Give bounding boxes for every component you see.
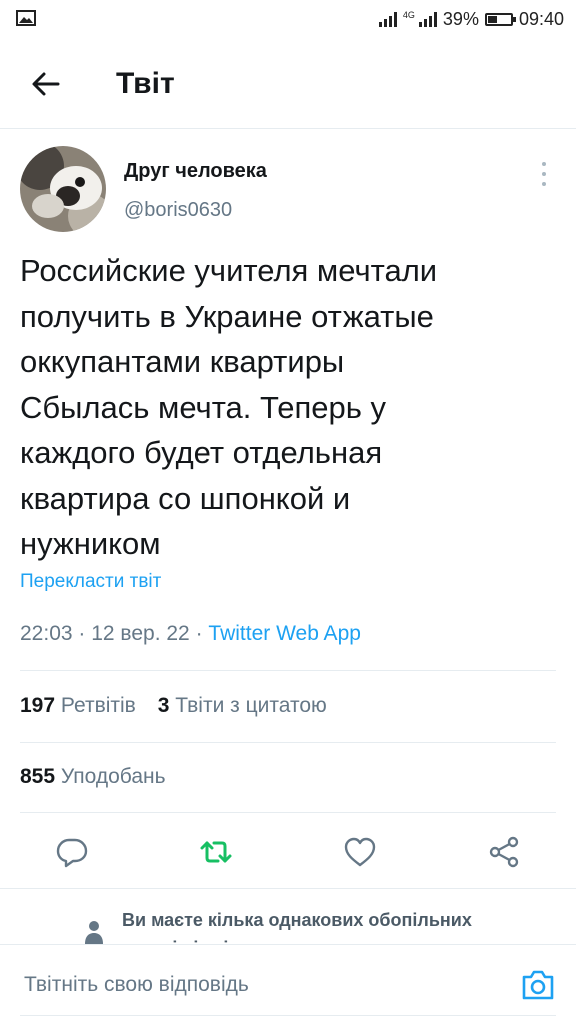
translate-tweet-link[interactable]: Перекласти твіт (20, 571, 161, 593)
separator: · (195, 622, 209, 645)
retweets-label: Ретвітів (60, 694, 136, 717)
quotes-count: 3 (157, 694, 170, 717)
status-indicators: 4G 39% 09:40 (378, 6, 564, 32)
back-arrow-icon[interactable] (28, 66, 64, 102)
divider (20, 812, 556, 813)
tweet-text-line: Сбылась мечта. Теперь у (20, 389, 386, 425)
likes-label: Уподобань (60, 765, 166, 788)
notice-text: Ви маєте кілька однакових обопільних чит… (122, 910, 472, 944)
heart-icon[interactable] (342, 834, 378, 870)
person-icon (85, 921, 103, 944)
camera-icon[interactable] (520, 967, 556, 1003)
more-options-icon[interactable] (532, 160, 556, 188)
retweets-count: 197 (20, 694, 56, 717)
retweets-stat[interactable]: 197 Ретвітів (20, 694, 136, 717)
reply-icon[interactable] (54, 834, 90, 870)
reply-input[interactable]: Твітніть свою відповідь (24, 973, 249, 997)
signal-icon (378, 11, 397, 27)
quotes-label: Твіти з цитатою (175, 694, 327, 717)
tweet-text-line: получить в Украине отжатые (20, 298, 434, 334)
page-title: Твіт (116, 67, 175, 100)
battery-percent: 39% (442, 8, 479, 29)
mutual-followers-notice[interactable]: Ви маєте кілька однакових обопільних чит… (0, 890, 576, 944)
avatar[interactable] (20, 146, 106, 232)
likes-stat[interactable]: 855 Уподобань (20, 765, 166, 789)
avatar-image (20, 146, 106, 232)
retweet-stats: 197 Ретвітів 3 Твіти з цитатою (20, 694, 327, 718)
tweet-text-line: нужником (20, 526, 161, 561)
separator: · (78, 622, 92, 645)
top-bar: Твіт (0, 40, 576, 129)
tweet-time: 22:03 (20, 622, 73, 645)
tweet-meta: 22:03 · 12 вер. 22 · Twitter Web App (20, 622, 361, 646)
divider (0, 888, 576, 889)
tweet-text-line: оккупантами квартиры (20, 344, 345, 379)
tweet-source-link[interactable]: Twitter Web App (208, 622, 361, 645)
clock: 09:40 (518, 8, 564, 29)
author-handle[interactable]: @boris0630 (124, 199, 232, 222)
retweet-icon[interactable] (198, 834, 234, 870)
gallery-notification-icon (16, 10, 36, 26)
tweet-date: 12 вер. 22 (91, 622, 190, 645)
tweet-text-line: квартира со шпонкой и (20, 480, 351, 516)
tweet-text-line: каждого будет отдельная (20, 435, 383, 470)
signal-2-icon (418, 11, 437, 27)
quotes-stat[interactable]: 3 Твіти з цитатою (158, 694, 327, 717)
status-bar: 4G 39% 09:40 (0, 0, 576, 38)
tweet-text: Российские учителя мечтали получить в Ук… (20, 248, 560, 567)
reply-underline (20, 1015, 556, 1016)
action-bar (0, 828, 576, 876)
likes-count: 855 (20, 765, 56, 788)
battery-icon (484, 12, 516, 26)
divider (20, 742, 556, 743)
divider (20, 670, 556, 671)
author-name[interactable]: Друг человека (124, 160, 267, 183)
share-icon[interactable] (486, 834, 522, 870)
tweet-text-line: Российские учителя мечтали (20, 253, 438, 288)
reply-bar: Твітніть свою відповідь (0, 944, 576, 1025)
network-type: 4G (402, 10, 415, 20)
